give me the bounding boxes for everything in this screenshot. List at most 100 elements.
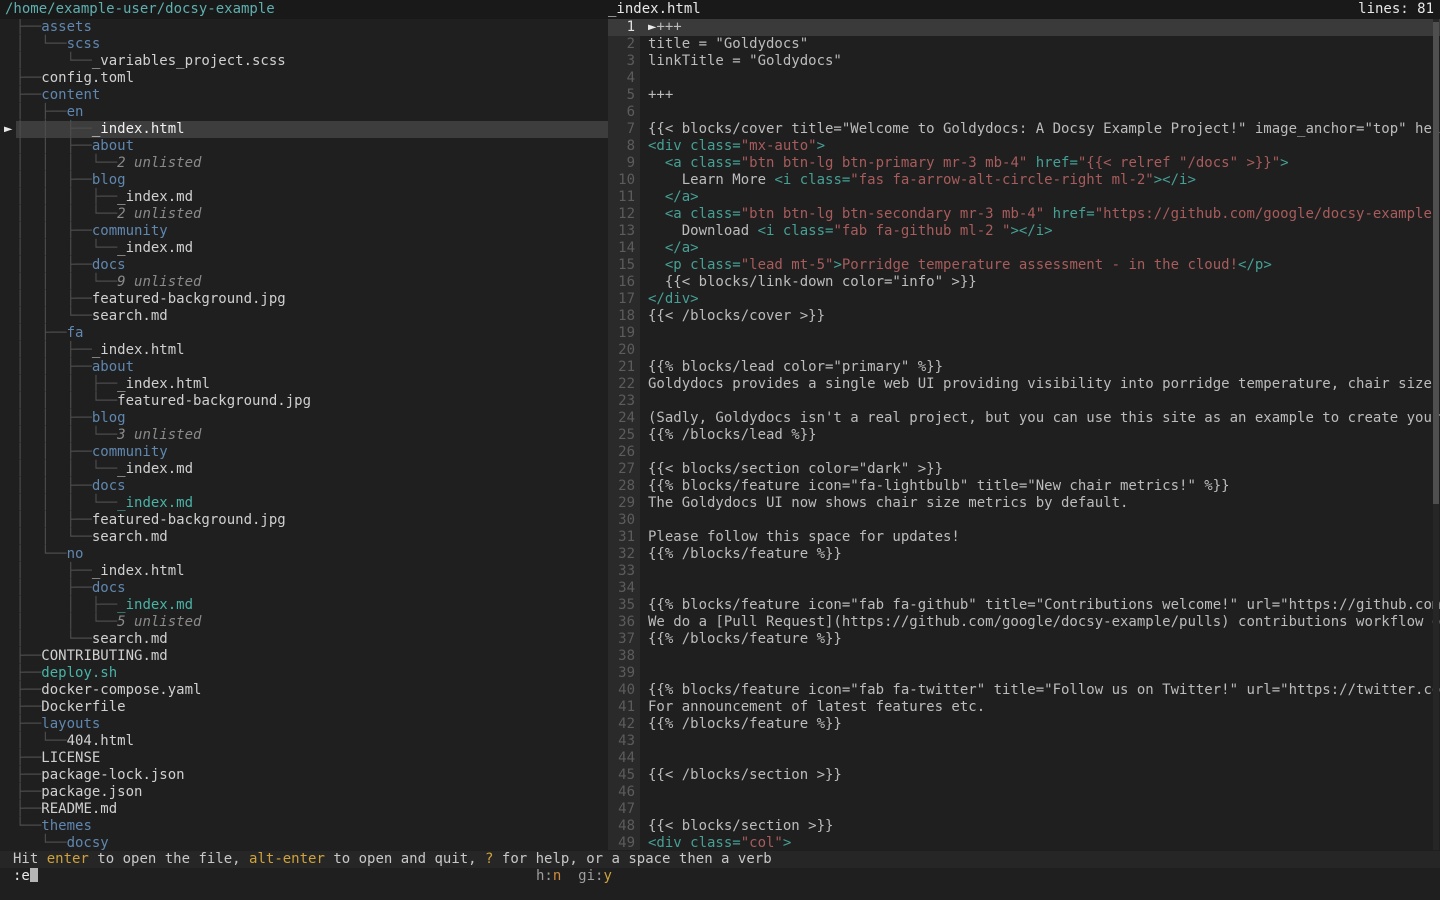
tree-row-2-unlisted[interactable]: │ │ │ └──2 unlisted (0, 155, 608, 172)
tree-row-scss[interactable]: │ └──scss (0, 36, 608, 53)
code-text (640, 563, 1440, 580)
flag-label: h: (536, 868, 553, 884)
tree-row-layouts[interactable]: ├──layouts (0, 716, 608, 733)
tree-row-9-unlisted[interactable]: │ │ │ └──9 unlisted (0, 274, 608, 291)
tree-row-docs[interactable]: │ │ ├──docs (0, 478, 608, 495)
tree-row--index-md[interactable]: │ │ │ └──_index.md (0, 240, 608, 257)
tree-row-about[interactable]: │ │ ├──about (0, 138, 608, 155)
tree-row-contributing-md[interactable]: ├──CONTRIBUTING.md (0, 648, 608, 665)
tree-row-docsy[interactable]: └──docsy (0, 835, 608, 850)
tree-branch-lines: │ │ ├── (16, 138, 92, 154)
tree-item-label: featured-background.jpg (117, 393, 311, 409)
tree-row--variables-project-scss[interactable]: │ └──_variables_project.scss (0, 53, 608, 70)
code-line: 29The Goldydocs UI now shows chair size … (608, 495, 1440, 512)
tree-row--index-md[interactable]: │ │ │ └──_index.md (0, 495, 608, 512)
tree-row-en[interactable]: │ ├──en (0, 104, 608, 121)
tree-row-gutter (0, 223, 16, 240)
tree-row--index-md[interactable]: │ │ ├──_index.md (0, 597, 608, 614)
line-number: 26 (608, 444, 640, 461)
line-number: 39 (608, 665, 640, 682)
tree-row--index-md[interactable]: │ │ │ ├──_index.md (0, 189, 608, 206)
code-text: Please follow this space for updates! (640, 529, 1440, 546)
code-text (640, 444, 1440, 461)
tree-row-dockerfile[interactable]: ├──Dockerfile (0, 699, 608, 716)
tree-row-featured-background-jpg[interactable]: │ │ ├──featured-background.jpg (0, 291, 608, 308)
line-number: 27 (608, 461, 640, 478)
tree-row-gutter (0, 70, 16, 87)
command-input[interactable]: :e (13, 868, 38, 885)
tree-row-readme-md[interactable]: ├──README.md (0, 801, 608, 818)
tree-branch-lines: │ │ └── (16, 529, 92, 545)
tree-row-deploy-sh[interactable]: ├──deploy.sh (0, 665, 608, 682)
code-line: 5+++ (608, 87, 1440, 104)
tree-row-content: ├──package.json (16, 784, 608, 801)
tree-row-content: └──docsy (16, 835, 608, 850)
tree-row-package-json[interactable]: ├──package.json (0, 784, 608, 801)
tree-item-label: assets (41, 19, 92, 35)
tree-item-label: _index.html (92, 563, 185, 579)
tree-branch-lines: │ │ │ └── (16, 274, 117, 290)
tree-row-content[interactable]: ├──content (0, 87, 608, 104)
tree-row-config-toml[interactable]: ├──config.toml (0, 70, 608, 87)
tree-row-featured-background-jpg[interactable]: │ │ ├──featured-background.jpg (0, 512, 608, 529)
line-number: 13 (608, 223, 640, 240)
tree-row-blog[interactable]: │ │ ├──blog (0, 410, 608, 427)
tree-branch-lines: │ ├── (16, 580, 92, 596)
code-text: {{% /blocks/lead %}} (640, 427, 1440, 444)
tree-row-assets[interactable]: ├──assets (0, 19, 608, 36)
tree-row-gutter (0, 631, 16, 648)
line-number: 38 (608, 648, 640, 665)
tree-row-community[interactable]: │ │ ├──community (0, 223, 608, 240)
tree-row-gutter (0, 614, 16, 631)
tree-row-2-unlisted[interactable]: │ │ │ └──2 unlisted (0, 206, 608, 223)
tree-row-content: │ │ ├──_index.md (16, 597, 608, 614)
tree-row-content: │ └──scss (16, 36, 608, 53)
code-line: 37{{% /blocks/feature %}} (608, 631, 1440, 648)
tree-row-content: ├──config.toml (16, 70, 608, 87)
preview-scrollbar[interactable] (1433, 19, 1439, 850)
tree-row-themes[interactable]: └──themes (0, 818, 608, 835)
code-line: 25{{% /blocks/lead %}} (608, 427, 1440, 444)
tree-row-3-unlisted[interactable]: │ │ │ └──3 unlisted (0, 427, 608, 444)
tree-row-docs[interactable]: │ ├──docs (0, 580, 608, 597)
tree-row-gutter (0, 53, 16, 70)
tree-row-search-md[interactable]: │ │ └──search.md (0, 529, 608, 546)
tree-row-community[interactable]: │ │ ├──community (0, 444, 608, 461)
tree-row-docker-compose-yaml[interactable]: ├──docker-compose.yaml (0, 682, 608, 699)
tree-row-license[interactable]: ├──LICENSE (0, 750, 608, 767)
tree-row-blog[interactable]: │ │ ├──blog (0, 172, 608, 189)
line-number: 45 (608, 767, 640, 784)
tree-row-404-html[interactable]: │ └──404.html (0, 733, 608, 750)
tree-row-fa[interactable]: │ ├──fa (0, 325, 608, 342)
tree-row-search-md[interactable]: │ └──search.md (0, 631, 608, 648)
tree-row--index-html[interactable]: │ │ ├──_index.html (0, 342, 608, 359)
tree-row--index-html[interactable]: │ │ │ ├──_index.html (0, 376, 608, 393)
tree-item-label: Dockerfile (41, 699, 125, 715)
tree-row--index-md[interactable]: │ │ │ └──_index.md (0, 461, 608, 478)
command-input-bar[interactable]: :e h:n gi:y (0, 868, 1440, 885)
code-line: 39 (608, 665, 1440, 682)
tree-row-featured-background-jpg[interactable]: │ │ │ └──featured-background.jpg (0, 393, 608, 410)
tree-row--index-html[interactable]: │ ├──_index.html (0, 563, 608, 580)
code-line: 43 (608, 733, 1440, 750)
tree-row-gutter (0, 189, 16, 206)
tree-branch-lines: │ │ ├── (16, 444, 92, 460)
tree-row-no[interactable]: │ └──no (0, 546, 608, 563)
line-number: 30 (608, 512, 640, 529)
tree-row-docs[interactable]: │ │ ├──docs (0, 257, 608, 274)
tree-row-content: ├──layouts (16, 716, 608, 733)
code-line: 38 (608, 648, 1440, 665)
tree-row-5-unlisted[interactable]: │ │ └──5 unlisted (0, 614, 608, 631)
code-text (640, 342, 1440, 359)
code-text: For announcement of latest features etc. (640, 699, 1440, 716)
tree-row-gutter (0, 291, 16, 308)
tree-row-gutter (0, 342, 16, 359)
preview-scrollbar-thumb[interactable] (1433, 22, 1439, 504)
tree-row-content: ├──package-lock.json (16, 767, 608, 784)
hint-key: enter (47, 851, 89, 867)
tree-row--index-html[interactable]: ►│ │ ├──_index.html (0, 121, 608, 138)
tree-row-package-lock-json[interactable]: ├──package-lock.json (0, 767, 608, 784)
tree-row-search-md[interactable]: │ │ └──search.md (0, 308, 608, 325)
tree-row-about[interactable]: │ │ ├──about (0, 359, 608, 376)
code-line: 45{{< /blocks/section >}} (608, 767, 1440, 784)
